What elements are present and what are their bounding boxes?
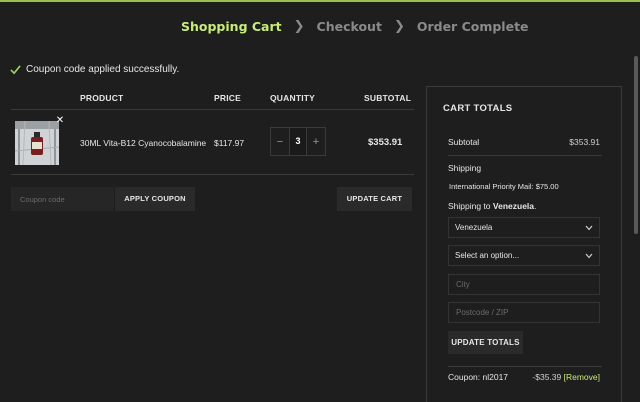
cart-totals-title: CART TOTALS [443, 103, 513, 114]
coupon-row: Coupon: nl2017 -$35.39 [Remove] [448, 372, 600, 382]
divider [11, 174, 414, 175]
coupon-amount: -$35.39 [Remove] [532, 372, 600, 382]
chevron-down-icon [585, 253, 593, 258]
country-select-value: Venezuela [455, 223, 493, 232]
checkmark-icon [10, 65, 21, 75]
state-select[interactable]: Select an option... [448, 245, 600, 266]
coupon-code-input[interactable] [11, 187, 114, 211]
notice-text: Coupon code applied successfully. [26, 64, 180, 75]
update-totals-button[interactable]: UPDATE TOTALS [448, 331, 523, 354]
success-notice: Coupon code applied successfully. [10, 64, 179, 75]
remove-item-icon[interactable]: ✕ [55, 116, 65, 126]
state-select-value: Select an option... [455, 251, 520, 260]
quantity-input[interactable]: 3 [289, 128, 307, 155]
product-name[interactable]: 30ML Vita-B12 Cyanocobalamine [80, 138, 206, 148]
column-header-price: PRICE [214, 93, 241, 103]
subtotal-label: Subtotal [448, 137, 480, 147]
step-order-complete: Order Complete [416, 19, 529, 34]
shipping-country: Venezuela [492, 201, 535, 211]
coupon-discount: -$35.39 [532, 372, 562, 382]
chevron-right-icon: ❯ [293, 19, 305, 34]
divider [11, 109, 414, 110]
chevron-down-icon [585, 225, 593, 230]
step-shopping-cart[interactable]: Shopping Cart [181, 19, 282, 34]
product-price: $117.97 [214, 138, 245, 148]
shipping-destination: Shipping to Venezuela. [448, 201, 537, 211]
column-header-product: PRODUCT [80, 93, 124, 103]
product-subtotal: $353.91 [368, 137, 403, 148]
scrollbar-thumb[interactable] [634, 56, 638, 234]
cart-totals-panel: CART TOTALS Subtotal $353.91 Shipping In… [426, 86, 622, 402]
subtotal-row: Subtotal $353.91 [448, 137, 600, 147]
update-cart-button[interactable]: UPDATE CART [337, 187, 412, 211]
chevron-right-icon: ❯ [393, 19, 405, 34]
apply-coupon-button[interactable]: APPLY COUPON [115, 187, 195, 211]
minus-icon[interactable]: − [271, 136, 289, 148]
shipping-to-text: Shipping to [448, 201, 493, 211]
country-select[interactable]: Venezuela [448, 217, 600, 238]
column-header-subtotal: SUBTOTAL [364, 93, 412, 103]
remove-coupon-link[interactable]: [Remove] [564, 372, 600, 382]
top-accent-line [0, 0, 640, 2]
product-image [15, 121, 59, 165]
checkout-steps: Shopping Cart ❯ Checkout ❯ Order Complet… [181, 19, 529, 34]
shipping-label: Shipping [448, 163, 482, 173]
subtotal-value: $353.91 [569, 137, 600, 147]
divider [448, 155, 602, 156]
step-checkout[interactable]: Checkout [317, 19, 382, 34]
product-thumbnail[interactable] [15, 121, 59, 165]
city-field[interactable] [448, 274, 600, 295]
quantity-stepper: − 3 + [270, 127, 326, 156]
shipping-method: International Priority Mail: $75.00 [449, 182, 559, 191]
postcode-field[interactable] [448, 302, 600, 323]
divider [448, 366, 602, 367]
plus-icon[interactable]: + [307, 136, 325, 148]
coupon-label: Coupon: nl2017 [448, 372, 509, 382]
column-header-quantity: QUANTITY [270, 93, 316, 103]
